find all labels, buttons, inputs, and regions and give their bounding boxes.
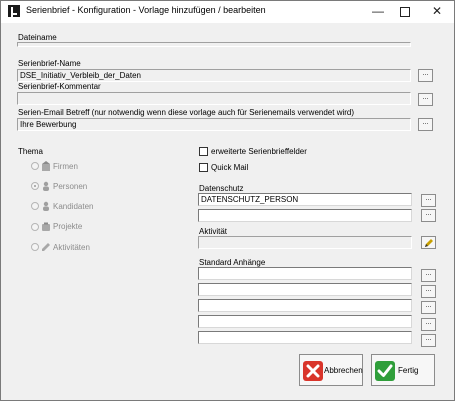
close-icon[interactable]: ✕ bbox=[422, 1, 452, 22]
thema-label-firmen: Firmen bbox=[53, 162, 78, 171]
anhang-browse-button-1[interactable]: ... bbox=[421, 269, 436, 282]
serienbrief-kommentar-label: Serienbrief-Kommentar bbox=[18, 82, 101, 91]
aktivitaet-edit-button[interactable] bbox=[421, 236, 436, 249]
datenschutz-browse-button-2[interactable]: ... bbox=[421, 209, 436, 222]
project-icon bbox=[42, 222, 50, 231]
cancel-button[interactable]: Abbrechen bbox=[299, 354, 363, 386]
serienbrief-name-label: Serienbrief-Name bbox=[18, 59, 81, 68]
aktivitaet-input[interactable] bbox=[198, 236, 412, 249]
erweiterte-serienbrieffelder-label: erweiterte Serienbrieffelder bbox=[211, 147, 307, 156]
thema-radio-personen[interactable] bbox=[31, 182, 39, 190]
email-betreff-browse-button[interactable]: ... bbox=[418, 118, 433, 131]
email-betreff-input[interactable]: Ihre Bewerbung bbox=[17, 118, 411, 131]
standard-anhaenge-label: Standard Anhänge bbox=[199, 258, 266, 267]
activity-icon bbox=[42, 243, 50, 251]
building-icon bbox=[42, 161, 50, 171]
anhang-input-5[interactable] bbox=[198, 331, 412, 344]
quick-mail-checkbox[interactable] bbox=[199, 163, 208, 172]
erweiterte-serienbrieffelder-checkbox[interactable] bbox=[199, 147, 208, 156]
anhang-input-4[interactable] bbox=[198, 315, 412, 328]
thema-label-aktivitaeten: Aktivitäten bbox=[53, 243, 90, 252]
thema-label-kandidaten: Kandidaten bbox=[53, 202, 94, 211]
anhang-browse-button-3[interactable]: ... bbox=[421, 301, 436, 314]
cancel-button-label: Abbrechen bbox=[324, 366, 363, 375]
thema-label: Thema bbox=[18, 147, 43, 156]
anhang-browse-button-4[interactable]: ... bbox=[421, 318, 436, 331]
thema-radio-aktivitaeten[interactable] bbox=[31, 243, 39, 251]
green-check-icon bbox=[375, 361, 395, 381]
thema-radio-projekte[interactable] bbox=[31, 223, 39, 231]
red-x-icon bbox=[303, 361, 323, 381]
anhang-browse-button-2[interactable]: ... bbox=[421, 285, 436, 298]
window-title: Serienbrief - Konfiguration - Vorlage hi… bbox=[26, 5, 266, 15]
serienbrief-kommentar-input[interactable] bbox=[17, 92, 411, 105]
dateiname-label: Dateiname bbox=[18, 33, 57, 42]
datenschutz-label: Datenschutz bbox=[199, 184, 244, 193]
quick-mail-label: Quick Mail bbox=[211, 163, 249, 172]
finish-button[interactable]: Fertig bbox=[371, 354, 435, 386]
datenschutz-browse-button-1[interactable]: ... bbox=[421, 194, 436, 207]
email-betreff-label: Serien-Email Betreff (nur notwendig wenn… bbox=[18, 108, 355, 117]
thema-label-personen: Personen bbox=[53, 182, 88, 191]
anhang-input-1[interactable] bbox=[198, 267, 412, 280]
serienbrief-name-browse-button[interactable]: ... bbox=[418, 69, 433, 82]
minimize-icon[interactable]: — bbox=[363, 1, 393, 22]
anhang-input-2[interactable] bbox=[198, 283, 412, 296]
pencil-icon bbox=[425, 239, 433, 247]
candidate-icon bbox=[43, 201, 49, 211]
thema-radio-kandidaten[interactable] bbox=[31, 202, 39, 210]
dateiname-field bbox=[17, 42, 411, 47]
serienbrief-name-input[interactable]: DSE_Initiativ_Verbleib_der_Daten bbox=[17, 69, 411, 82]
app-icon bbox=[8, 5, 20, 17]
aktivitaet-label: Aktivität bbox=[199, 227, 228, 236]
finish-button-label: Fertig bbox=[398, 366, 419, 375]
datenschutz-input-1[interactable]: DATENSCHUTZ_PERSON bbox=[198, 193, 412, 206]
thema-radio-firmen[interactable] bbox=[31, 162, 39, 170]
person-icon bbox=[43, 181, 49, 191]
thema-label-projekte: Projekte bbox=[53, 222, 83, 231]
datenschutz-input-2[interactable] bbox=[198, 209, 412, 222]
anhang-browse-button-5[interactable]: ... bbox=[421, 334, 436, 347]
maximize-icon[interactable] bbox=[390, 1, 420, 22]
serienbrief-kommentar-browse-button[interactable]: ... bbox=[418, 93, 433, 106]
anhang-input-3[interactable] bbox=[198, 299, 412, 312]
